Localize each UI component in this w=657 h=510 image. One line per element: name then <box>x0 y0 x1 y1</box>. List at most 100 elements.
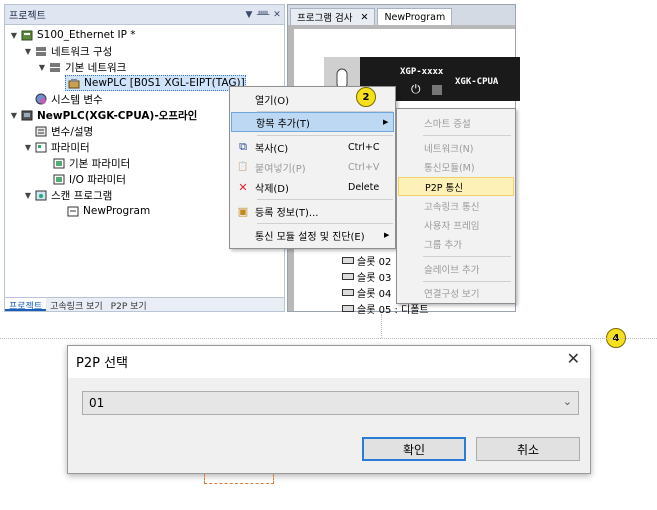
chevron-down-icon[interactable]: ⌄ <box>563 395 572 408</box>
submenu-item-highspeed-link[interactable]: 고속링크 통신 <box>398 196 514 215</box>
tree-item-vars-desc[interactable]: 변수/설명 <box>33 123 93 139</box>
submenu-item-p2p[interactable]: P2P 통신 <box>398 177 514 196</box>
slot-icon <box>342 289 354 296</box>
tree-item-io-param[interactable]: I/O 파라미터 <box>51 171 126 187</box>
expand-icon[interactable]: ▼ <box>9 31 19 40</box>
tree-label: NewPLC(XGK-CPUA)-오프라인 <box>37 109 198 122</box>
menu-separator <box>423 256 511 257</box>
properties-icon: ▣ <box>237 204 249 218</box>
tab-project[interactable]: 프로젝트 <box>5 298 47 312</box>
tree-label: NewPLC [B0S1 XGL-EIPT(TAG)] <box>84 77 245 89</box>
submenu-item-connection-view[interactable]: 연결구성 보기 <box>398 283 514 302</box>
tree-item-parameters[interactable]: ▼ 파라미터 <box>23 139 90 155</box>
submenu-item-comm-module[interactable]: 통신모듈(M) <box>398 157 514 176</box>
expand-icon[interactable]: ▼ <box>23 143 33 152</box>
tree-label: 기본 네트워크 <box>65 61 127 74</box>
menu-item-add-item[interactable]: 항목 추가(T) ▶ <box>231 112 394 132</box>
tree-item-network-config[interactable]: ▼ 네트워크 구성 <box>23 43 112 59</box>
network-icon <box>48 61 62 73</box>
variable-icon <box>34 125 48 137</box>
project-panel-tabs: 프로젝트 고속링크 보기 P2P 보기 <box>5 297 284 312</box>
parameter-icon <box>34 141 48 153</box>
highlight-box <box>204 474 274 484</box>
basic-param-icon <box>52 157 66 169</box>
close-icon[interactable]: ✕ <box>567 349 580 368</box>
cpu-icon <box>20 109 34 121</box>
tree-label: 네트워크 구성 <box>51 45 113 58</box>
submenu-arrow-icon: ▶ <box>384 231 390 239</box>
status-led-icon <box>432 85 442 95</box>
menu-separator <box>257 135 393 136</box>
submenu-item-smart-expansion[interactable]: 스마트 증설 <box>398 113 514 132</box>
power-icon: ⏻ <box>411 82 421 96</box>
tree-item-project[interactable]: ▼ S100_Ethernet IP * <box>9 27 136 43</box>
panel-dropdown-icon[interactable]: ▼ <box>242 10 256 20</box>
cancel-button[interactable]: 취소 <box>476 437 580 461</box>
tree-item-system-vars[interactable]: 시스템 변수 <box>33 91 103 107</box>
tab-highspeed-link[interactable]: 고속링크 보기 <box>46 298 107 312</box>
expand-icon[interactable]: ▼ <box>9 111 19 120</box>
tree-item-newprogram[interactable]: NewProgram <box>65 203 150 219</box>
close-icon[interactable]: ✕ <box>360 12 368 23</box>
scan-program-icon <box>34 189 48 201</box>
io-param-icon <box>52 173 66 185</box>
menu-separator <box>423 135 511 136</box>
submenu-item-add-slave[interactable]: 슬레이브 추가 <box>398 259 514 278</box>
slot-item[interactable]: 슬롯 04 <box>342 285 391 300</box>
select-value: 01 <box>89 396 105 410</box>
tab-newprogram[interactable]: NewProgram <box>377 8 453 25</box>
tree-item-scan-program[interactable]: ▼ 스캔 프로그램 <box>23 187 112 203</box>
submenu-item-add-group[interactable]: 그룹 추가 <box>398 234 514 253</box>
slot-icon <box>342 257 354 264</box>
menu-item-properties[interactable]: ▣ 등록 정보(T)... <box>231 201 394 221</box>
dialog-titlebar <box>68 346 590 378</box>
globe-icon <box>34 93 48 105</box>
menu-item-comm-module-settings[interactable]: 통신 모듈 설정 및 진단(E) ▶ <box>231 225 394 245</box>
project-icon <box>20 29 34 41</box>
tree-label: I/O 파라미터 <box>69 173 126 186</box>
ok-button[interactable]: 확인 <box>362 437 466 461</box>
submenu-arrow-icon: ▶ <box>383 118 389 126</box>
tree-label: 파라미터 <box>51 141 90 154</box>
slot-icon <box>342 273 354 280</box>
tree-item-basic-network[interactable]: ▼ 기본 네트워크 <box>37 59 126 75</box>
tree-label: 변수/설명 <box>51 125 94 138</box>
p2p-select-dialog: P2P 선택 ✕ 01 ⌄ 확인 취소 <box>67 345 591 474</box>
tree-label: S100_Ethernet IP * <box>37 29 136 41</box>
slot-item[interactable]: 슬롯 02 <box>342 253 391 268</box>
menu-item-copy[interactable]: ⧉ 복사(C) Ctrl+C <box>231 137 394 157</box>
expand-icon[interactable]: ▼ <box>23 191 33 200</box>
copy-icon: ⧉ <box>239 140 247 153</box>
tree-label: 시스템 변수 <box>51 93 103 106</box>
tree-item-newplc-module[interactable]: NewPLC [B0S1 XGL-EIPT(TAG)] <box>65 75 246 91</box>
menu-item-paste[interactable]: 📋 붙여넣기(P) Ctrl+V <box>231 157 394 177</box>
expand-icon[interactable]: ▼ <box>23 47 33 56</box>
add-item-submenu: 스마트 증설 네트워크(N) 통신모듈(M) P2P 통신 고속링크 통신 사용… <box>396 108 516 304</box>
menu-separator <box>423 281 511 282</box>
connector-line <box>381 314 382 338</box>
menu-item-delete[interactable]: ✕ 삭제(D) Delete <box>231 177 394 197</box>
submenu-item-network[interactable]: 네트워크(N) <box>398 138 514 157</box>
tree-label: 스캔 프로그램 <box>51 189 113 202</box>
project-panel-titlebar: 프로젝트 ▼ ᚊ ✕ <box>5 5 284 25</box>
slot-item[interactable]: 슬롯 03 <box>342 269 391 284</box>
project-panel-title: 프로젝트 <box>9 11 46 22</box>
tab-p2p[interactable]: P2P 보기 <box>107 298 151 312</box>
tab-program-check[interactable]: 프로그램 검사 ✕ <box>290 8 376 25</box>
menu-separator <box>257 223 393 224</box>
p2p-number-select[interactable]: 01 ⌄ <box>82 391 579 415</box>
panel-pin-icon[interactable]: ᚊ <box>256 10 270 20</box>
tree-item-newplc-cpu[interactable]: ▼ NewPLC(XGK-CPUA)-오프라인 <box>9 107 197 123</box>
tree-label: NewProgram <box>83 205 151 217</box>
tab-label: NewProgram <box>384 11 446 23</box>
step-badge: 2 <box>356 87 376 107</box>
network-icon <box>34 45 48 57</box>
delete-icon: ✕ <box>238 180 248 194</box>
panel-close-icon[interactable]: ✕ <box>270 10 284 20</box>
tree-item-basic-param[interactable]: 기본 파라미터 <box>51 155 130 171</box>
program-icon <box>66 205 80 217</box>
document-tabs: 프로그램 검사 ✕ NewProgram <box>288 5 515 25</box>
expand-icon[interactable]: ▼ <box>37 63 47 72</box>
submenu-item-user-frame[interactable]: 사용자 프레임 <box>398 215 514 234</box>
cpu-model-label: XGK-CPUA <box>455 77 499 87</box>
